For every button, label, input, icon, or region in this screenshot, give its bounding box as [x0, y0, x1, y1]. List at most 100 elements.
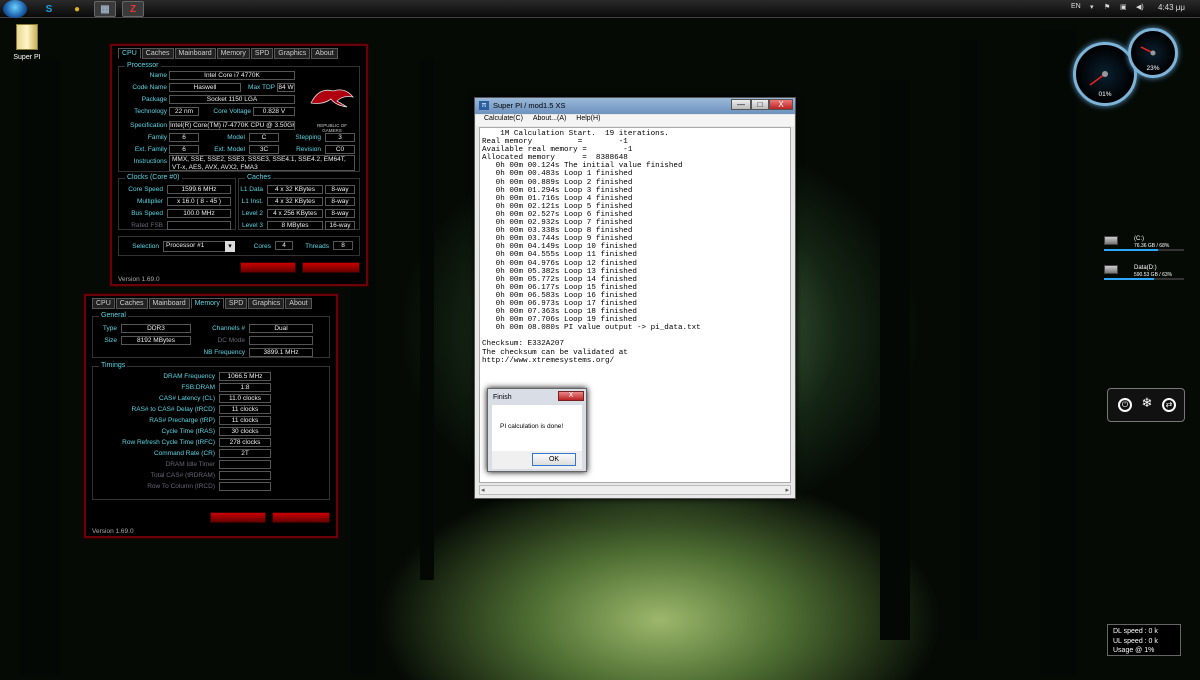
stepping-value: 3	[325, 133, 355, 142]
tab-mainboard[interactable]: Mainboard	[148, 298, 190, 309]
timing-label: CAS# Latency (CL)	[159, 395, 215, 402]
rog-text: REPUBLIC OF GAMERS	[316, 123, 347, 133]
voltage-label: Core Voltage	[213, 108, 251, 115]
name-label: Name	[149, 72, 167, 79]
network-usage: Usage @ 1%	[1113, 647, 1155, 654]
technology-value: 22 nm	[169, 107, 199, 116]
channels-value: Dual	[249, 324, 313, 333]
snowflake-icon[interactable]: ❄	[1140, 396, 1154, 412]
package-label: Package	[141, 96, 167, 103]
cpuz-tabs: CPU Caches Mainboard Memory SPD Graphics…	[92, 298, 313, 309]
multiplier-value: x 16.0 ( 8 - 45 )	[167, 197, 231, 206]
cpu-gauge-value: 01%	[1098, 91, 1112, 98]
tab-about[interactable]: About	[311, 48, 338, 59]
drive-d[interactable]: Data(D:) 590.53 GB / 63%	[1104, 265, 1184, 281]
menu-about[interactable]: About...(A)	[533, 115, 566, 122]
desktop-icon-superpi[interactable]: Super PI	[10, 24, 44, 61]
timing-value	[219, 471, 271, 480]
validate-button[interactable]	[240, 262, 296, 273]
tab-spd[interactable]: SPD	[224, 298, 248, 309]
horizontal-scrollbar[interactable]: ◂ ▸	[479, 485, 791, 495]
z-icon[interactable]: Z	[122, 1, 144, 17]
memory-meter-gauge: 23%	[1128, 28, 1178, 78]
extmodel-label: Ext. Model	[214, 146, 245, 153]
drive-usage-bar	[1104, 249, 1184, 251]
network-icon[interactable]: ▣	[1120, 3, 1127, 11]
cores-value: 4	[275, 241, 293, 250]
tree-trunk	[1040, 30, 1076, 675]
tab-caches[interactable]: Caches	[115, 298, 148, 309]
dcmode-value	[249, 336, 313, 345]
dialog-ok-button[interactable]: OK	[532, 453, 576, 466]
volume-icon[interactable]: ◀)	[1136, 3, 1144, 11]
tab-graphics[interactable]: Graphics	[248, 298, 285, 309]
l1d-way: 8-way	[325, 185, 355, 194]
power-icon[interactable]: ⏻	[1118, 398, 1132, 412]
validate-button[interactable]	[210, 512, 266, 523]
clocks-panel: Clocks (Core #0) Core Speed 1599.6 MHz M…	[118, 174, 236, 230]
busspeed-label: Bus Speed	[131, 210, 163, 217]
start-button[interactable]	[3, 0, 27, 18]
model-label: Model	[227, 134, 245, 141]
tab-about[interactable]: About	[285, 298, 312, 309]
scroll-left-icon[interactable]: ◂	[481, 486, 485, 494]
drive-c[interactable]: (C:) 76.36 GB / 68%	[1104, 236, 1184, 252]
chevron-down-icon[interactable]: ▾	[225, 241, 235, 252]
minimize-button[interactable]: —	[731, 99, 751, 110]
processor-select[interactable]: Processor #1	[163, 241, 231, 252]
rog-logo-icon	[310, 89, 354, 108]
tray-arrow-icon[interactable]: ▾	[1090, 3, 1094, 11]
clock[interactable]: 4:43 μμ	[1158, 3, 1185, 12]
tab-mainboard[interactable]: Mainboard	[174, 48, 216, 59]
tab-spd[interactable]: SPD	[250, 48, 274, 59]
tree-trunk	[20, 60, 60, 675]
close-button[interactable]: X	[769, 99, 793, 110]
channels-label: Channels #	[212, 325, 245, 332]
caches-panel: Caches L1 Data 4 x 32 KBytes 8-way L1 In…	[238, 174, 360, 230]
skype-icon[interactable]: S	[38, 1, 60, 17]
cpuid-icon[interactable]: ▦	[94, 1, 116, 17]
l2-way: 8-way	[325, 209, 355, 218]
cores-label: Cores	[253, 243, 271, 250]
tab-cpu[interactable]: CPU	[92, 298, 115, 309]
timing-label: RAS# to CAS# Delay (tRCD)	[131, 406, 215, 413]
cpuz-cpu-window: CPU Caches Mainboard Memory SPD Graphics…	[110, 44, 368, 286]
l2-label: Level 2	[242, 210, 263, 217]
maximize-button[interactable]: □	[751, 99, 769, 110]
l2-value: 4 x 256 KBytes	[267, 209, 323, 218]
flag-icon[interactable]: ⚑	[1104, 3, 1110, 11]
timing-value: 1:8	[219, 383, 271, 392]
processor-title: Processor	[125, 62, 161, 69]
tab-memory[interactable]: Memory	[216, 48, 250, 59]
chrome-icon[interactable]: ●	[66, 1, 88, 17]
drive-usage-fill	[1104, 249, 1159, 251]
tab-graphics[interactable]: Graphics	[274, 48, 311, 59]
specification-value: Intel(R) Core(TM) i7-4770K CPU @ 3.50GHz	[169, 121, 295, 130]
size-label: Size	[104, 337, 117, 344]
version-label: Version 1.69.0	[92, 528, 134, 535]
clocks-title: Clocks (Core #0)	[125, 174, 182, 181]
selection-panel: Selection Processor #1 ▾ Cores 4 Threads…	[118, 236, 360, 256]
language-indicator[interactable]: EN	[1071, 3, 1081, 10]
ok-button[interactable]	[272, 512, 330, 523]
l1d-value: 4 x 32 KBytes	[267, 185, 323, 194]
general-panel: General Type DDR3 Channels # Dual Size 8…	[92, 312, 330, 358]
revision-label: Revision	[296, 146, 321, 153]
download-speed: DL speed : 0 k	[1113, 628, 1158, 635]
switch-user-icon[interactable]: ⇄	[1162, 398, 1176, 412]
model-value: C	[249, 133, 279, 142]
dialog-close-button[interactable]: X	[558, 391, 584, 401]
tab-cpu[interactable]: CPU	[118, 48, 141, 59]
drive-name: (C:)	[1134, 236, 1144, 242]
timing-value	[219, 460, 271, 469]
ok-button[interactable]	[302, 262, 360, 273]
corespeed-label: Core Speed	[128, 186, 163, 193]
scroll-right-icon[interactable]: ▸	[785, 486, 789, 494]
tab-memory[interactable]: Memory	[190, 298, 224, 309]
timing-label: Command Rate (CR)	[153, 450, 215, 457]
timings-title: Timings	[99, 362, 128, 369]
menu-help[interactable]: Help(H)	[576, 115, 600, 122]
processor-panel: Processor Name Intel Core i7 4770K Code …	[118, 62, 360, 172]
tab-caches[interactable]: Caches	[141, 48, 174, 59]
menu-calculate[interactable]: Calculate(C)	[484, 115, 523, 122]
